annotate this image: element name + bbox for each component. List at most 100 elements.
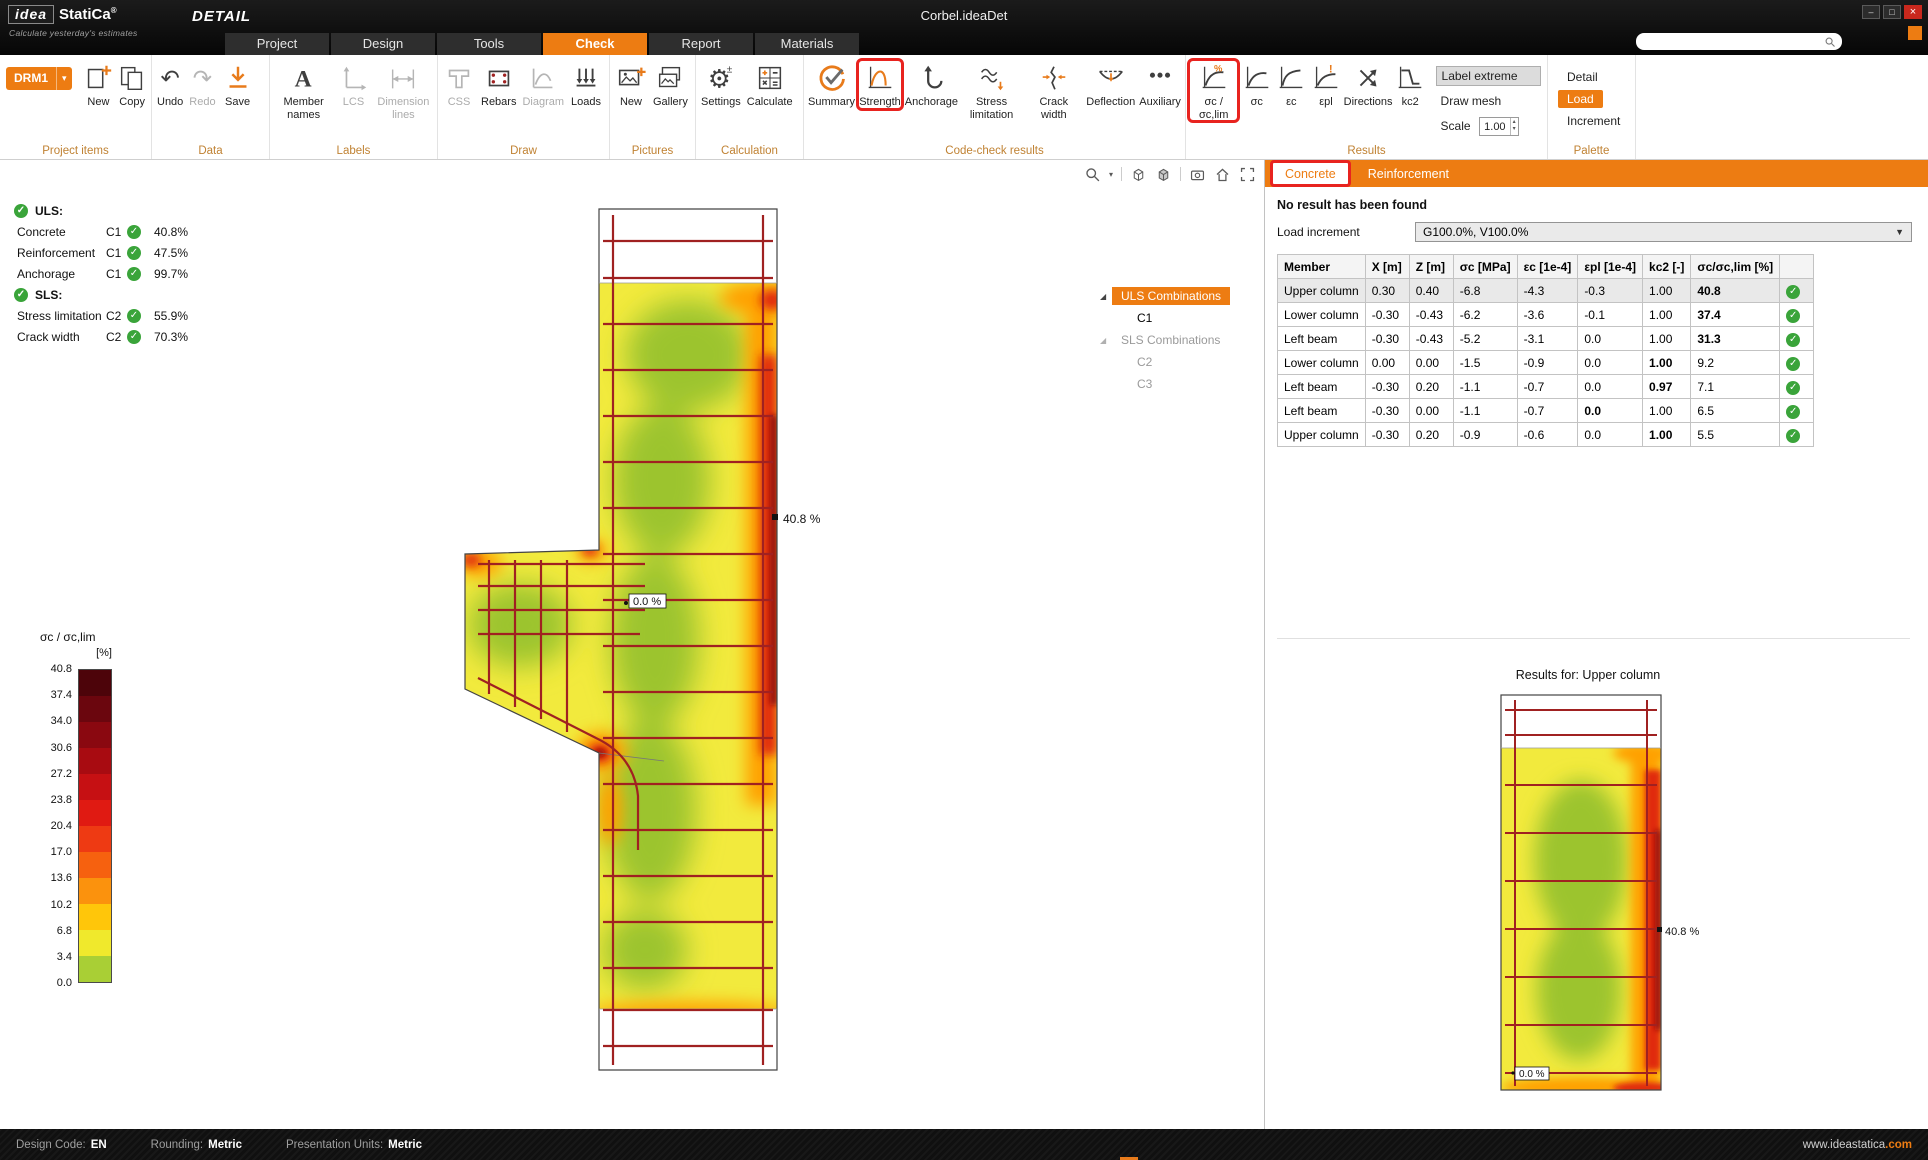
tab-report[interactable]: Report <box>649 33 753 55</box>
result-row[interactable]: Left beam-0.300.00-1.1-0.70.01.006.5✓ <box>1278 399 1814 423</box>
ribbon-button-rebars[interactable]: Rebars <box>478 59 519 110</box>
ribbon-button-label: Copy <box>119 96 145 109</box>
ribbon-button-new[interactable]: New <box>82 59 116 110</box>
ribbon-button-loads[interactable]: Loads <box>567 59 605 110</box>
option-scale[interactable]: Scale1.00▴▾ <box>1436 116 1541 136</box>
tree-item-c3[interactable]: C3 <box>1098 373 1264 395</box>
project-item-selector-label: DRM1 <box>6 67 56 90</box>
palette-detail[interactable]: Detail <box>1558 68 1607 86</box>
result-cell: 1.00 <box>1643 423 1691 447</box>
result-row[interactable]: Left beam-0.30-0.43-5.2-3.10.01.0031.3✓ <box>1278 327 1814 351</box>
gallery-icon <box>654 60 686 96</box>
result-row[interactable]: Left beam-0.300.20-1.1-0.70.00.977.1✓ <box>1278 375 1814 399</box>
palette-increment[interactable]: Increment <box>1558 112 1629 130</box>
tree-item-c2[interactable]: C2 <box>1098 351 1264 373</box>
ribbon-button-c-c-lim[interactable]: %σc / σc,lim <box>1188 59 1239 122</box>
results-tab-concrete[interactable]: Concrete <box>1271 161 1350 186</box>
tree-item-uls-combinations[interactable]: ◢ULS Combinations <box>1098 285 1264 307</box>
member-stress-plot[interactable]: 40.8 % 0.0 % <box>1493 690 1708 1100</box>
tab-check[interactable]: Check <box>543 33 647 55</box>
min-stress-label: 0.0 % <box>1511 1067 1549 1080</box>
result-row[interactable]: Upper column0.300.40-6.8-4.3-0.31.0040.8… <box>1278 279 1814 303</box>
maximize-button[interactable]: □ <box>1883 5 1901 19</box>
ribbon-button-pl[interactable]: !εpl <box>1309 59 1344 110</box>
column-header: X [m] <box>1365 255 1409 279</box>
ribbon-button-crack-width[interactable]: Crack width <box>1023 59 1084 122</box>
tree-item-sls-combinations[interactable]: ◢SLS Combinations <box>1098 329 1264 351</box>
ribbon-button-gallery[interactable]: Gallery <box>650 59 691 110</box>
ribbon: DRM1▾NewCopyProject items↶Undo↷RedoSaveD… <box>0 55 1928 160</box>
result-pass-icon: ✓ <box>1786 357 1800 371</box>
result-cell: 0.20 <box>1409 423 1453 447</box>
feedback-button[interactable] <box>1908 26 1922 40</box>
ribbon-button-member-names[interactable]: AMember names <box>272 59 335 122</box>
results-tab-reinforcement[interactable]: Reinforcement <box>1352 160 1465 187</box>
tab-design[interactable]: Design <box>331 33 435 55</box>
ribbon-button-summary[interactable]: Summary <box>806 59 857 110</box>
epsilon-pl-icon: ! <box>1310 60 1342 96</box>
tab-materials[interactable]: Materials <box>755 33 859 55</box>
ribbon-button-undo[interactable]: ↶Undo <box>154 59 186 110</box>
column-header: kc2 [-] <box>1643 255 1691 279</box>
result-row[interactable]: Lower column0.000.00-1.5-0.90.01.009.2✓ <box>1278 351 1814 375</box>
expander-icon[interactable]: ◢ <box>1100 336 1112 345</box>
chevron-down-icon[interactable]: ▾ <box>56 67 72 90</box>
minimize-button[interactable]: – <box>1862 5 1880 19</box>
ribbon-button-anchorage[interactable]: Anchorage <box>903 59 960 110</box>
result-row[interactable]: Lower column-0.30-0.43-6.2-3.6-0.11.0037… <box>1278 303 1814 327</box>
load-increment-dropdown[interactable]: G100.0%, V100.0% ▼ <box>1415 222 1912 242</box>
ribbon-button-label: σc <box>1251 96 1263 109</box>
project-item-selector[interactable]: DRM1▾ <box>6 67 72 90</box>
result-cell: 0.40 <box>1409 279 1453 303</box>
ribbon-button-copy[interactable]: Copy <box>115 59 149 110</box>
option-label-extreme[interactable]: Label extreme <box>1436 66 1541 86</box>
result-cell: 1.00 <box>1643 279 1691 303</box>
tab-project[interactable]: Project <box>225 33 329 55</box>
ribbon-button-directions[interactable]: Directions <box>1343 59 1393 110</box>
result-cell: -4.3 <box>1517 279 1578 303</box>
tab-tools[interactable]: Tools <box>437 33 541 55</box>
result-status-cell: ✓ <box>1780 423 1814 447</box>
result-cell: -5.2 <box>1453 327 1517 351</box>
ribbon-button-c[interactable]: σc <box>1239 59 1274 110</box>
anchorage-icon <box>915 60 947 96</box>
stress-plot[interactable]: 40.8 % 0.0 % <box>0 160 1264 1129</box>
ribbon-button-stress-limitation[interactable]: Stress limitation <box>960 59 1023 122</box>
expander-icon[interactable]: ◢ <box>1100 292 1112 301</box>
css-icon <box>443 60 475 96</box>
results-table: MemberX [m]Z [m]σc [MPa]εc [1e-4]εpl [1e… <box>1277 254 1814 447</box>
search-input[interactable] <box>1636 33 1842 50</box>
ribbon-group-labels: AMember namesLCSDimension linesLabels <box>270 55 438 159</box>
plain-concrete-bottom <box>599 1009 777 1070</box>
palette-load[interactable]: Load <box>1558 90 1603 108</box>
ribbon-button-label: Rebars <box>481 96 516 109</box>
website-link[interactable]: www.ideastatica.com <box>1803 1139 1912 1151</box>
ribbon-button-calculate[interactable]: Calculate <box>744 59 796 110</box>
tree-item-label: C3 <box>1128 375 1161 393</box>
diagram-icon <box>527 60 559 96</box>
ribbon-button-diagram: Diagram <box>519 59 567 110</box>
column-header: Member <box>1278 255 1366 279</box>
ribbon-group-label: Labels <box>270 145 437 157</box>
ribbon-button-settings[interactable]: ⚙±Settings <box>698 59 744 110</box>
tree-item-c1[interactable]: C1 <box>1098 307 1264 329</box>
ribbon-button-auxiliary[interactable]: Auxiliary <box>1137 59 1183 110</box>
ribbon-button-kc2[interactable]: kc2 <box>1393 59 1428 110</box>
ribbon-button-save[interactable]: Save <box>219 59 257 110</box>
scale-input[interactable]: 1.00▴▾ <box>1479 117 1519 136</box>
ribbon-button-strength[interactable]: Strength <box>857 59 903 110</box>
result-row[interactable]: Upper column-0.300.20-0.9-0.60.01.005.5✓ <box>1278 423 1814 447</box>
main-canvas: ▾ ✓ULS:ConcreteC1✓40.8%ReinforcementC1✓4… <box>0 160 1264 1129</box>
svg-text:A: A <box>294 66 311 92</box>
close-button[interactable]: × <box>1904 5 1922 19</box>
ribbon-button-new[interactable]: New <box>612 59 650 110</box>
ribbon-button-c[interactable]: εc <box>1274 59 1309 110</box>
result-cell: -0.30 <box>1365 375 1409 399</box>
option-draw-mesh[interactable]: Draw mesh <box>1436 91 1541 111</box>
result-status-cell: ✓ <box>1780 279 1814 303</box>
palette-buttons: Detail Load Increment <box>1558 68 1629 130</box>
spinner-arrows-icon[interactable]: ▴▾ <box>1510 118 1518 135</box>
ribbon-button-deflection[interactable]: Deflection <box>1084 59 1137 110</box>
result-cell: 0.00 <box>1365 351 1409 375</box>
result-cell: -3.1 <box>1517 327 1578 351</box>
